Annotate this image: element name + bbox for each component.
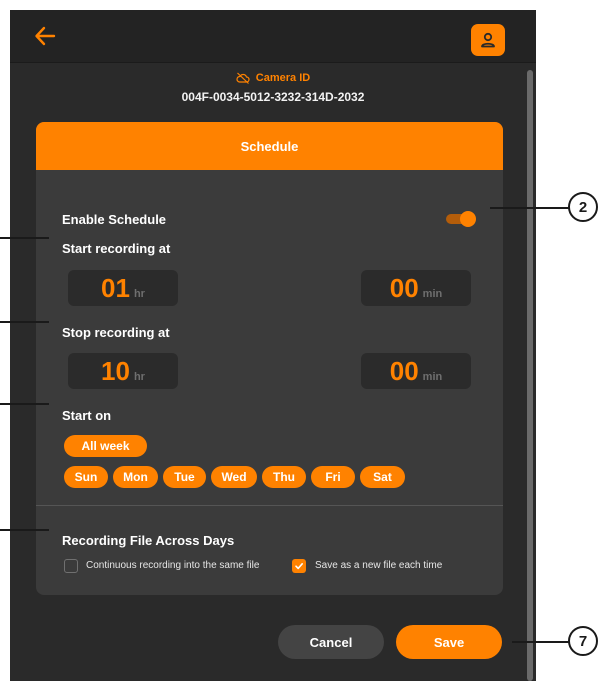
arrow-left-icon bbox=[35, 26, 56, 46]
camera-id-value: 004F-0034-5012-3232-314D-2032 bbox=[181, 90, 365, 104]
top-bar bbox=[10, 10, 536, 62]
new-file-label: Save as a new file each time bbox=[315, 560, 443, 571]
start-on-label: Start on bbox=[62, 408, 112, 423]
callout-line-toggle bbox=[490, 207, 570, 209]
continuous-recording-label: Continuous recording into the same file bbox=[86, 560, 260, 571]
callout-badge-toggle: 2 bbox=[568, 192, 598, 222]
start-hour-unit: hr bbox=[133, 288, 145, 300]
day-chip-mon[interactable]: Mon bbox=[113, 466, 158, 488]
continuous-recording-checkbox[interactable] bbox=[64, 559, 78, 573]
day-chip-thu[interactable]: Thu bbox=[262, 466, 306, 488]
new-file-checkbox[interactable] bbox=[292, 559, 306, 573]
callout-line-start-recording bbox=[0, 237, 49, 239]
stop-recording-label: Stop recording at bbox=[62, 325, 170, 340]
cancel-button[interactable]: Cancel bbox=[278, 625, 384, 659]
stop-hour-unit: hr bbox=[133, 371, 145, 383]
stop-minute-unit: min bbox=[422, 371, 443, 383]
callout-line-recording-file bbox=[0, 529, 49, 531]
callout-line-start-on bbox=[0, 403, 49, 405]
check-icon bbox=[295, 563, 303, 570]
section-divider bbox=[36, 505, 503, 506]
top-divider bbox=[10, 62, 536, 63]
stop-minute-input[interactable]: 00 min bbox=[361, 353, 471, 389]
start-hour-input[interactable]: 01 hr bbox=[68, 270, 178, 306]
user-icon bbox=[481, 32, 495, 48]
stop-minute-value: 00 bbox=[389, 356, 419, 386]
recording-file-title: Recording File Across Days bbox=[62, 533, 235, 548]
back-button[interactable] bbox=[32, 23, 58, 49]
day-chip-fri[interactable]: Fri bbox=[311, 466, 355, 488]
callout-badge-save: 7 bbox=[568, 626, 598, 656]
save-button[interactable]: Save bbox=[396, 625, 502, 659]
profile-button[interactable] bbox=[471, 24, 505, 56]
start-hour-value: 01 bbox=[101, 273, 130, 303]
callout-line-stop-recording bbox=[0, 321, 49, 323]
all-week-chip[interactable]: All week bbox=[64, 435, 147, 457]
app-screen: Camera ID 004F-0034-5012-3232-314D-2032 … bbox=[10, 10, 536, 681]
scrollbar[interactable] bbox=[527, 70, 533, 681]
day-chip-sat[interactable]: Sat bbox=[360, 466, 405, 488]
day-chip-wed[interactable]: Wed bbox=[211, 466, 257, 488]
start-minute-unit: min bbox=[422, 288, 443, 300]
camera-id-label-row: Camera ID bbox=[10, 70, 536, 86]
toggle-knob bbox=[460, 211, 476, 227]
schedule-title: Schedule bbox=[36, 122, 503, 170]
day-chip-sun[interactable]: Sun bbox=[64, 466, 108, 488]
start-minute-value: 00 bbox=[389, 273, 419, 303]
enable-schedule-label: Enable Schedule bbox=[62, 212, 167, 227]
start-recording-label: Start recording at bbox=[62, 241, 171, 256]
camera-id-label: Camera ID bbox=[255, 72, 311, 84]
day-chip-tue[interactable]: Tue bbox=[163, 466, 206, 488]
stop-hour-value: 10 bbox=[101, 356, 130, 386]
camera-info: Camera ID 004F-0034-5012-3232-314D-2032 bbox=[10, 70, 536, 104]
enable-schedule-toggle[interactable] bbox=[446, 211, 476, 227]
cloud-off-icon bbox=[236, 72, 250, 84]
callout-line-save bbox=[512, 641, 570, 643]
stop-hour-input[interactable]: 10 hr bbox=[68, 353, 178, 389]
start-minute-input[interactable]: 00 min bbox=[361, 270, 471, 306]
schedule-card: Schedule Enable Schedule Start recording… bbox=[36, 122, 503, 595]
